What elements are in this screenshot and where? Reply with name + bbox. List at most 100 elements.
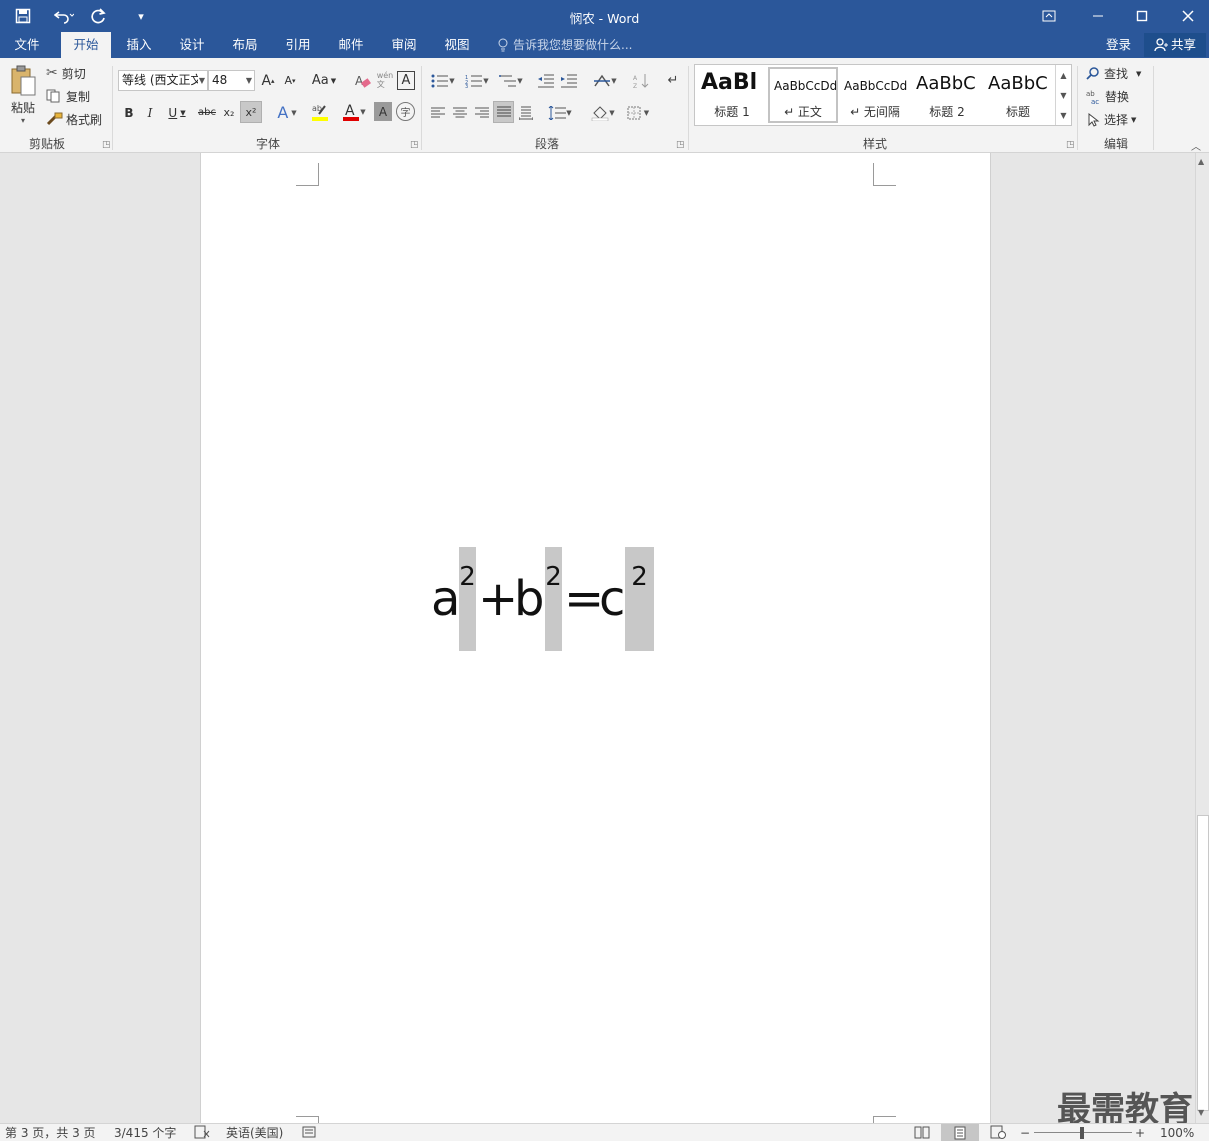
paragraph-launcher-icon[interactable]: ◳ (676, 140, 685, 150)
decrease-indent-button[interactable] (535, 70, 557, 91)
borders-button[interactable]: ▼ (622, 102, 654, 123)
tab-home[interactable]: 开始 (61, 32, 111, 58)
tab-insert[interactable]: 插入 (117, 32, 161, 58)
zoom-out-icon[interactable]: − (1020, 1125, 1030, 1141)
document-area[interactable]: a 2 + b 2 = c 2 (0, 153, 1195, 1123)
cut-button[interactable]: ✂ 剪切 (46, 64, 86, 82)
gallery-up-icon[interactable]: ▲ (1055, 65, 1071, 85)
font-name-select[interactable]: 等线 (西文正文 ▼ (118, 70, 208, 91)
grow-font-button[interactable]: A ▴ (259, 70, 277, 91)
shrink-font-button[interactable]: A ▾ (281, 70, 299, 91)
line-spacing-button[interactable]: ▼ (545, 102, 575, 123)
undo-icon[interactable] (46, 1, 82, 31)
replace-button[interactable]: ab ac 替换 (1086, 87, 1129, 106)
tab-design[interactable]: 设计 (170, 32, 214, 58)
maximize-icon[interactable] (1119, 0, 1165, 32)
vertical-scrollbar[interactable]: ▲ ▼ (1195, 153, 1209, 1123)
subscript-button[interactable]: x₂ (219, 102, 239, 123)
gallery-down-icon[interactable]: ▼ (1055, 85, 1071, 105)
zoom-in-icon[interactable]: + (1135, 1125, 1145, 1141)
underline-button[interactable]: U ▼ (162, 102, 192, 123)
paste-button[interactable]: 粘贴 ▾ (6, 64, 40, 126)
style-title[interactable]: AaBbC 标题 (984, 67, 1052, 123)
format-painter-button[interactable]: 格式刷 (46, 110, 102, 128)
customize-qat-icon[interactable]: ▾ (116, 1, 166, 31)
increase-indent-button[interactable] (558, 70, 580, 91)
chinese-layout-button[interactable]: ▼ (590, 70, 620, 91)
clipboard-launcher-icon[interactable]: ◳ (102, 140, 111, 150)
strikethrough-button[interactable]: abc (196, 102, 218, 123)
italic-button[interactable]: I (141, 102, 159, 123)
tab-view[interactable]: 视图 (435, 32, 479, 58)
scroll-down-icon[interactable]: ▼ (1198, 1108, 1204, 1117)
share-button[interactable]: 共享 (1144, 33, 1206, 57)
align-center-button[interactable] (450, 102, 470, 123)
tell-me-box[interactable]: 告诉我您想要做什么... (497, 32, 632, 58)
clear-formatting-button[interactable]: A (352, 70, 374, 91)
align-left-button[interactable] (428, 102, 448, 123)
tab-review[interactable]: 审阅 (382, 32, 426, 58)
font-launcher-icon[interactable]: ◳ (410, 140, 419, 150)
redo-icon[interactable] (82, 1, 116, 31)
page-count[interactable]: 第 3 页，共 3 页 (5, 1125, 96, 1141)
phonetic-guide-button[interactable]: wén 文 (375, 68, 395, 92)
formula-superscript-c[interactable]: 2 (625, 547, 654, 651)
character-border-button[interactable]: A (397, 71, 415, 90)
language-indicator[interactable]: 英语(美国) (226, 1125, 283, 1141)
formula-superscript-a[interactable]: 2 (459, 547, 476, 651)
print-layout-icon[interactable] (941, 1124, 979, 1141)
close-icon[interactable] (1165, 0, 1209, 32)
macro-icon[interactable] (302, 1125, 316, 1141)
proofing-icon[interactable] (194, 1125, 210, 1141)
word-count[interactable]: 3/415 个字 (114, 1125, 176, 1141)
minimize-icon[interactable] (1075, 0, 1121, 32)
tab-mailings[interactable]: 邮件 (329, 32, 373, 58)
bold-button[interactable]: B (120, 102, 138, 123)
justify-button[interactable] (493, 101, 514, 123)
shading-button[interactable]: ▼ (587, 102, 619, 123)
zoom-slider-thumb[interactable] (1080, 1127, 1084, 1139)
distributed-button[interactable] (516, 102, 536, 123)
highlight-button[interactable]: ab (305, 100, 335, 124)
align-right-button[interactable] (472, 102, 492, 123)
login-link[interactable]: 登录 (1106, 32, 1131, 58)
styles-launcher-icon[interactable]: ◳ (1066, 140, 1075, 150)
change-case-button[interactable]: Aa ▼ (308, 70, 340, 91)
read-mode-icon[interactable] (914, 1125, 930, 1141)
ribbon-display-options-icon[interactable] (1026, 0, 1072, 32)
numbering-button[interactable]: 1 2 3 ▼ (462, 70, 492, 91)
style-heading-1[interactable]: AaBl 标题 1 (697, 67, 767, 123)
tab-file[interactable]: 文件 (0, 32, 54, 58)
formula-c[interactable]: c (599, 569, 625, 629)
formula-plus[interactable]: + (478, 569, 518, 629)
style-no-spacing[interactable]: AaBbCcDd ↵ 无间隔 (840, 67, 910, 123)
copy-button[interactable]: 复制 (46, 87, 90, 105)
text-effects-button[interactable]: A ▼ (272, 102, 302, 123)
font-size-select[interactable]: 48 ▼ (208, 70, 255, 91)
formula-superscript-b[interactable]: 2 (545, 547, 562, 651)
tab-references[interactable]: 引用 (276, 32, 320, 58)
collapse-ribbon-icon[interactable]: ︿ (1188, 138, 1204, 153)
superscript-button[interactable]: x² (240, 101, 262, 123)
zoom-level[interactable]: 100% (1160, 1125, 1194, 1141)
gallery-more-icon[interactable]: ▼ (1055, 105, 1071, 125)
scrollbar-thumb[interactable] (1197, 815, 1209, 1111)
show-marks-button[interactable]: ↵ (664, 70, 682, 91)
tab-layout[interactable]: 布局 (223, 32, 267, 58)
scroll-up-icon[interactable]: ▲ (1198, 157, 1204, 166)
style-normal[interactable]: AaBbCcDd ↵ 正文 (768, 67, 838, 123)
font-color-button[interactable]: A ▼ (339, 100, 369, 124)
style-heading-2[interactable]: AaBbC 标题 2 (912, 67, 982, 123)
formula-a[interactable]: a (431, 569, 460, 629)
select-button[interactable]: 选择 ▼ (1086, 110, 1136, 129)
save-icon[interactable] (0, 1, 46, 31)
formula-b[interactable]: b (514, 569, 544, 629)
enclose-characters-button[interactable]: 字 (396, 102, 415, 121)
sort-button[interactable]: AZ (631, 70, 653, 91)
find-button[interactable]: 查找 ▼ (1086, 64, 1141, 83)
multilevel-list-button[interactable]: ▼ (496, 70, 526, 91)
web-layout-icon[interactable] (990, 1125, 1006, 1141)
document-page[interactable]: a 2 + b 2 = c 2 (200, 153, 991, 1123)
bullets-button[interactable]: ▼ (428, 70, 458, 91)
character-shading-button[interactable]: A (374, 102, 392, 121)
